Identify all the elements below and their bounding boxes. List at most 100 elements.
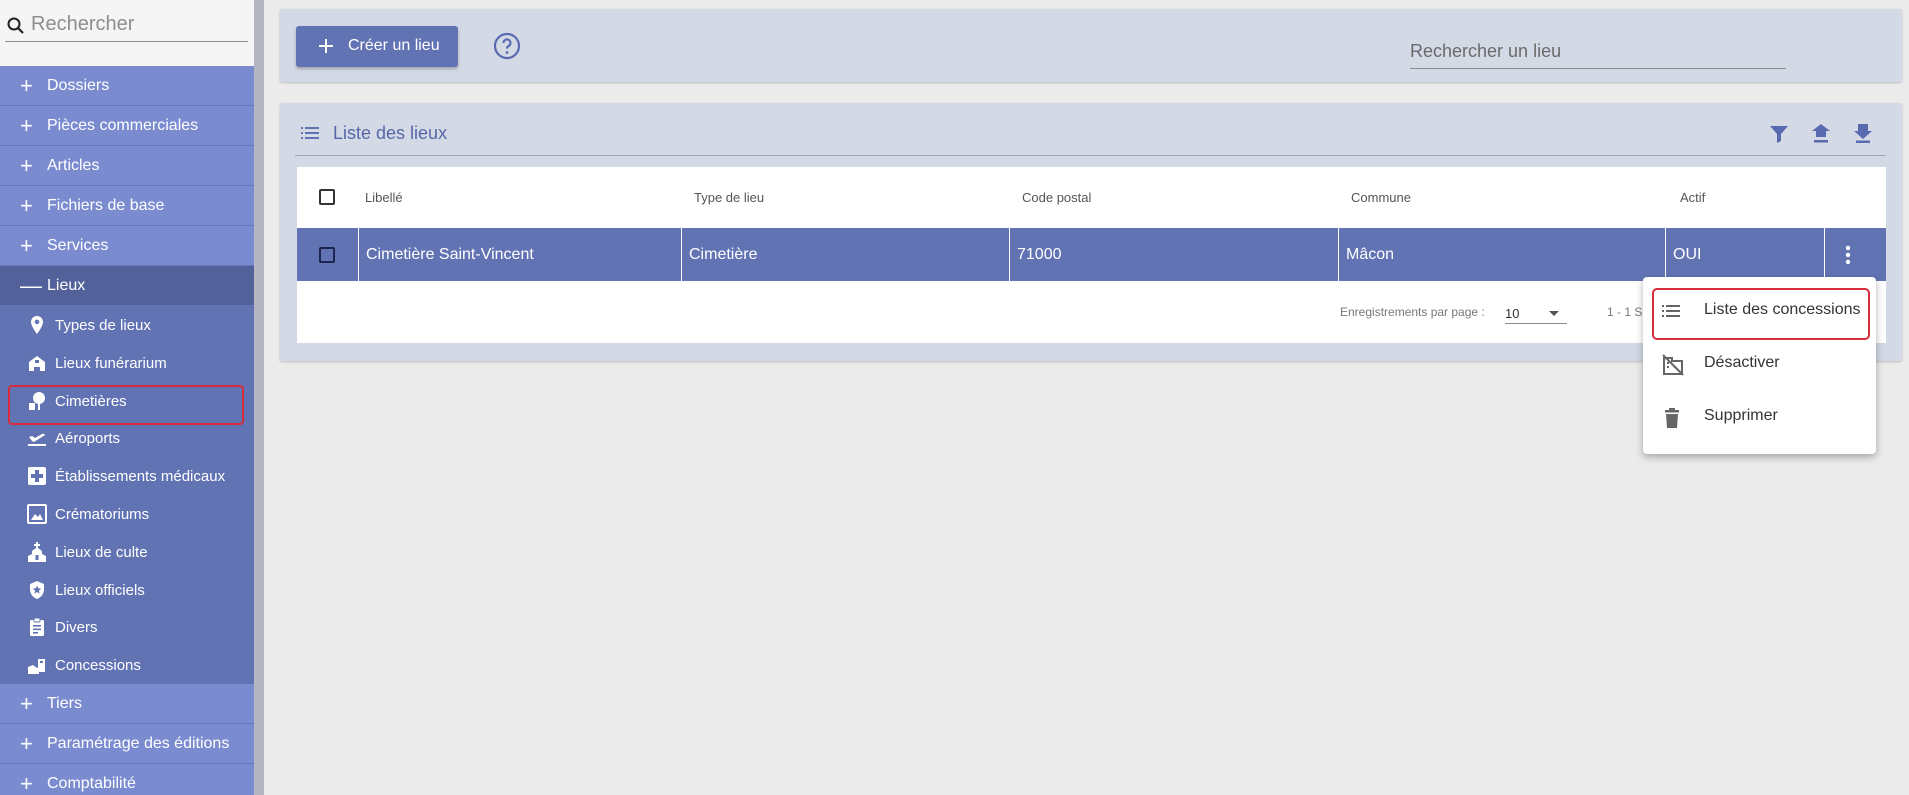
per-page-label: Enregistrements par page : <box>1340 305 1485 319</box>
more-vertical-icon[interactable] <box>1845 245 1851 265</box>
row-context-menu: Liste des concessions Désactiver Supprim… <box>1643 277 1876 454</box>
sidebar-subitem-lieux-funerarium[interactable]: Lieux funérarium <box>0 344 254 382</box>
menu-item-label: Supprimer <box>1704 407 1778 424</box>
list-icon <box>1662 305 1680 317</box>
column-header-libelle[interactable]: Libellé <box>365 190 403 205</box>
sidebar-subitem-label: Lieux officiels <box>55 581 145 599</box>
menu-item-desactiver[interactable]: Désactiver <box>1643 338 1876 391</box>
menu-item-liste-des-concessions[interactable]: Liste des concessions <box>1643 285 1876 340</box>
sidebar-subitem-label: Lieux de culte <box>55 543 148 561</box>
create-place-label: Créer un lieu <box>348 37 440 54</box>
concession-icon <box>28 659 45 675</box>
sidebar-subitem-lieux-de-culte[interactable]: Lieux de culte <box>0 533 254 571</box>
sidebar-subitem-aeroports[interactable]: Aéroports <box>0 419 254 457</box>
collapse-icon: — <box>20 273 42 298</box>
filter-icon[interactable] <box>1768 123 1790 145</box>
cemetery-icon <box>29 391 45 410</box>
funeral-home-icon <box>29 355 45 371</box>
cell-actif: OUI <box>1666 228 1825 281</box>
sidebar-subitem-divers[interactable]: Divers <box>0 608 254 646</box>
download-icon[interactable] <box>1852 123 1874 145</box>
help-icon[interactable] <box>493 32 521 60</box>
row-checkbox[interactable] <box>319 247 335 263</box>
clipboard-icon <box>30 617 44 637</box>
sidebar-subitem-label: Établissements médicaux <box>55 468 226 486</box>
sidebar-subitem-lieux-officiels[interactable]: Lieux officiels <box>0 571 254 609</box>
sidebar-item-parametrage-des-editions[interactable]: + Paramétrage des éditions <box>0 723 254 764</box>
plus-icon <box>319 39 333 53</box>
expand-icon: + <box>20 113 33 138</box>
sidebar-search-input[interactable]: Rechercher <box>31 13 134 36</box>
sidebar-item-tiers[interactable]: + Tiers <box>0 683 254 724</box>
panel-title: Liste des lieux <box>333 123 448 143</box>
church-icon <box>28 541 46 562</box>
sidebar-item-pieces-commerciales[interactable]: + Pièces commerciales <box>0 106 254 146</box>
map-pin-icon <box>31 316 43 334</box>
sidebar-item-label: Comptabilité <box>47 774 136 792</box>
menu-item-label: Désactiver <box>1704 354 1780 371</box>
sidebar-item-articles[interactable]: + Articles <box>0 146 254 186</box>
sidebar-item-label: Fichiers de base <box>47 197 165 214</box>
sidebar-item-lieux[interactable]: — Lieux <box>0 266 254 306</box>
expand-icon: + <box>20 730 33 756</box>
column-header-type[interactable]: Type de lieu <box>694 190 764 205</box>
create-place-button[interactable]: Créer un lieu <box>296 26 458 67</box>
table-row[interactable]: Cimetière Saint-Vincent Cimetière 71000 … <box>297 228 1886 281</box>
place-search-input[interactable]: Rechercher un lieu <box>1410 29 1786 69</box>
sidebar-item-label: Pièces commerciales <box>47 117 199 134</box>
sidebar-item-dossiers[interactable]: + Dossiers <box>0 66 254 106</box>
sidebar-search[interactable]: Rechercher <box>0 0 254 66</box>
sidebar-subitem-label: Cimetières <box>55 392 127 410</box>
sidebar-item-label: Paramétrage des éditions <box>47 734 230 752</box>
sidebar-item-label: Services <box>47 237 109 254</box>
expand-icon: + <box>20 770 33 795</box>
place-search-placeholder: Rechercher un lieu <box>1410 41 1562 61</box>
sidebar-subitem-label: Aéroports <box>55 430 121 448</box>
shield-star-icon <box>30 580 44 599</box>
menu-item-supprimer[interactable]: Supprimer <box>1643 391 1876 444</box>
upload-icon[interactable] <box>1810 123 1832 145</box>
sidebar-subitem-label: Concessions <box>55 657 141 675</box>
expand-icon: + <box>20 233 33 258</box>
column-header-actif[interactable]: Actif <box>1680 190 1705 205</box>
expand-icon: + <box>20 193 33 218</box>
sidebar-subitem-label: Crématoriums <box>55 505 150 523</box>
column-header-code-postal[interactable]: Code postal <box>1022 190 1091 205</box>
sidebar-subitem-cimetieres[interactable]: Cimetières <box>0 382 254 425</box>
sidebar-item-label: Articles <box>47 157 100 174</box>
domain-disabled-icon <box>1662 354 1684 376</box>
sidebar-item-label: Lieux <box>47 277 86 294</box>
sidebar-item-services[interactable]: + Services <box>0 226 254 266</box>
sidebar-item-label: Dossiers <box>47 77 110 94</box>
pagination-range: 1 - 1 S <box>1607 305 1643 319</box>
sidebar-subitem-label: Lieux funérarium <box>55 354 167 372</box>
trash-icon <box>1665 408 1679 428</box>
cell-libelle: Cimetière Saint-Vincent <box>359 228 682 281</box>
sidebar-subitem-concessions[interactable]: Concessions <box>0 646 254 684</box>
sidebar-subitem-crematoriums[interactable]: Crématoriums <box>0 495 254 533</box>
expand-icon: + <box>20 153 33 178</box>
airplane-icon <box>28 434 46 447</box>
cell-type: Cimetière <box>682 228 1010 281</box>
expand-icon: + <box>20 690 33 716</box>
sidebar-subitem-types-de-lieux[interactable]: Types de lieux <box>0 306 254 344</box>
panel-divider <box>295 155 1886 156</box>
sidebar-item-fichiers-de-base[interactable]: + Fichiers de base <box>0 186 254 226</box>
sidebar-subitem-label: Types de lieux <box>55 317 151 334</box>
select-all-checkbox[interactable] <box>319 189 335 205</box>
sidebar-resize-handle[interactable] <box>254 0 264 795</box>
menu-item-label: Liste des concessions <box>1704 301 1861 318</box>
dropdown-arrow-icon <box>1549 311 1559 316</box>
per-page-select[interactable]: 10 <box>1505 297 1567 324</box>
crematorium-icon <box>27 503 47 524</box>
column-header-commune[interactable]: Commune <box>1351 190 1411 205</box>
row-select-cell <box>297 228 359 281</box>
cell-code-postal: 71000 <box>1010 228 1339 281</box>
search-underline <box>5 41 248 42</box>
list-icon <box>301 127 319 139</box>
sidebar: Rechercher + Dossiers + Pièces commerciale… <box>0 0 254 795</box>
sidebar-item-comptabilite[interactable]: + Comptabilité <box>0 763 254 795</box>
search-icon <box>7 17 24 34</box>
sidebar-item-label: Tiers <box>47 694 82 712</box>
sidebar-subitem-etablissements-medicaux[interactable]: Établissements médicaux <box>0 457 254 495</box>
